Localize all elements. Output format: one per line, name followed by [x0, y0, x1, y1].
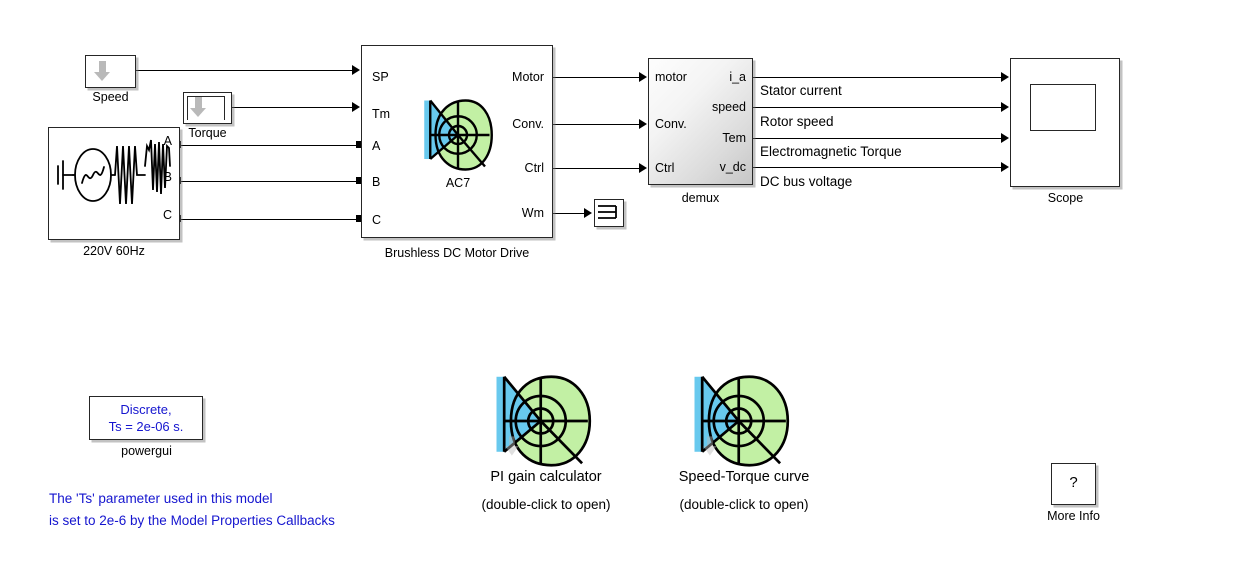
signal-label-electromagnetic-torque: Electromagnetic Torque — [760, 144, 902, 159]
arrowhead-scope-4 — [1001, 162, 1009, 172]
arrowhead-scope-3 — [1001, 133, 1009, 143]
signal-label-rotor-speed: Rotor speed — [760, 114, 834, 129]
more-info-label: More Info — [1047, 509, 1100, 523]
wire-source-a — [180, 145, 360, 146]
arrowhead-sp — [352, 65, 360, 75]
brushless-dc-motor-drive-label: Brushless DC Motor Drive — [384, 246, 530, 260]
speed-block[interactable] — [85, 55, 136, 88]
powergui-label: powergui — [121, 444, 172, 458]
terminator-block[interactable] — [594, 199, 624, 227]
three-phase-source-block[interactable]: A B C — [48, 127, 180, 240]
drive-inner-label: AC7 — [445, 176, 471, 190]
source-port-b-label: B — [163, 170, 172, 184]
scope-icon — [1030, 84, 1096, 131]
annotation-line2: is set to 2e-6 by the Model Properties C… — [49, 513, 335, 528]
wire-speed-to-sp — [136, 70, 352, 71]
drive-input-tm: Tm — [372, 107, 391, 121]
wire-wm — [553, 213, 584, 214]
drive-input-sp: SP — [372, 70, 389, 84]
scope-label: Scope — [1047, 191, 1084, 205]
speed-torque-curve-block[interactable] — [687, 371, 802, 471]
powergui-line2: Ts = 2e-06 s. — [108, 419, 184, 434]
speed-torque-curve-label: Speed-Torque curve — [678, 469, 810, 485]
arrowhead-terminator — [584, 208, 592, 218]
down-arrow-icon — [94, 61, 111, 82]
arrowhead-demux-conv — [639, 119, 647, 129]
arrowhead-scope-1 — [1001, 72, 1009, 82]
demux-input-ctrl: Ctrl — [655, 161, 675, 175]
speed-block-label: Speed — [92, 90, 129, 104]
arrowhead-tm — [352, 102, 360, 112]
more-info-block[interactable]: ? — [1051, 463, 1096, 505]
demux-output-v-dc: v_dc — [719, 160, 746, 174]
drive-output-conv: Conv. — [512, 117, 544, 131]
brushless-dc-motor-drive-block[interactable]: SP Tm A B C Motor Conv. Ctrl Wm AC7 — [361, 45, 553, 238]
pi-gain-calculator-hint: (double-click to open) — [481, 497, 611, 512]
machine-icon — [489, 371, 604, 471]
down-arrow-icon — [190, 97, 207, 118]
pi-gain-calculator-block[interactable] — [489, 371, 604, 471]
simulink-model-canvas[interactable]: Stator current Rotor speed Electromagnet… — [0, 0, 1233, 588]
machine-icon — [422, 96, 494, 174]
arrowhead-demux-ctrl — [639, 163, 647, 173]
three-phase-source-icon — [49, 128, 179, 239]
drive-input-a: A — [372, 139, 381, 153]
wire-i-a — [753, 77, 1001, 78]
signal-label-dc-bus-voltage: DC bus voltage — [760, 174, 853, 189]
wire-v-dc — [753, 167, 1001, 168]
wire-torque-to-tm — [232, 107, 352, 108]
demux-output-i-a: i_a — [729, 70, 746, 84]
demux-output-tem: Tem — [722, 131, 746, 145]
drive-input-b: B — [372, 175, 381, 189]
wire-motor — [553, 77, 639, 78]
wire-tem — [753, 138, 1001, 139]
wire-speed-signal — [753, 107, 1001, 108]
drive-output-motor: Motor — [512, 70, 544, 84]
drive-output-wm: Wm — [521, 206, 544, 220]
speed-torque-curve-hint: (double-click to open) — [679, 497, 809, 512]
wire-source-c — [180, 219, 360, 220]
drive-output-ctrl: Ctrl — [524, 161, 544, 175]
wire-conv — [553, 124, 639, 125]
torque-block[interactable] — [183, 92, 232, 124]
three-phase-source-label: 220V 60Hz — [83, 244, 145, 258]
powergui-block[interactable]: Discrete, Ts = 2e-06 s. — [89, 396, 203, 440]
pi-gain-calculator-label: PI gain calculator — [490, 469, 602, 485]
source-port-c-label: C — [162, 208, 172, 222]
demux-output-speed: speed — [711, 100, 746, 114]
arrowhead-scope-2 — [1001, 102, 1009, 112]
question-mark-icon: ? — [1069, 474, 1078, 491]
arrowhead-demux-motor — [639, 72, 647, 82]
demux-input-motor: motor — [655, 70, 687, 84]
scope-block[interactable] — [1010, 58, 1120, 187]
demux-input-conv: Conv. — [655, 117, 687, 131]
signal-label-stator-current: Stator current — [760, 83, 842, 98]
drive-input-c: C — [372, 213, 382, 227]
demux-label: demux — [681, 191, 720, 205]
demux-block[interactable]: motor Conv. Ctrl i_a speed Tem v_dc — [648, 58, 753, 185]
wire-source-b — [180, 181, 360, 182]
source-port-a-label: A — [163, 134, 172, 148]
wire-ctrl — [553, 168, 639, 169]
annotation-line1: The 'Ts' parameter used in this model — [49, 491, 273, 506]
terminator-icon — [595, 200, 623, 226]
powergui-line1: Discrete, — [120, 402, 172, 417]
machine-icon — [687, 371, 802, 471]
